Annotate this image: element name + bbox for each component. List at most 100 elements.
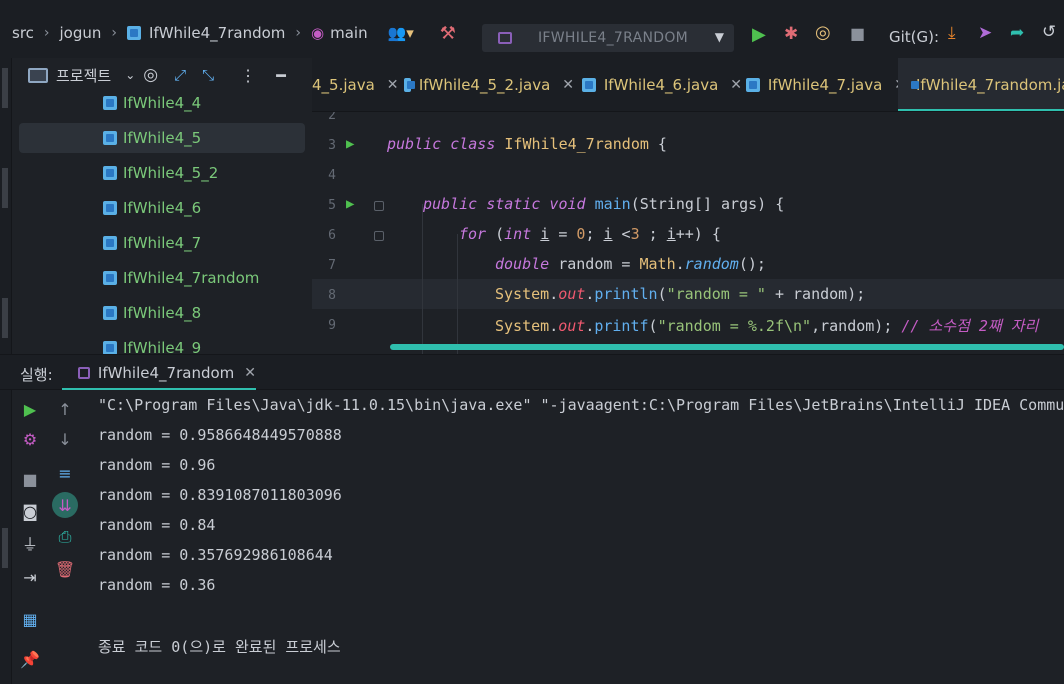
java-class-icon bbox=[103, 236, 117, 250]
java-class-icon bbox=[103, 341, 117, 354]
plug-icon[interactable]: ⏚ bbox=[19, 532, 41, 554]
breadcrumb-method[interactable]: main bbox=[330, 24, 367, 42]
project-tool-button[interactable] bbox=[2, 68, 8, 108]
print-icon[interactable]: ⎙ bbox=[54, 526, 76, 548]
run-main-icon[interactable]: ▶ bbox=[346, 196, 354, 212]
tree-item[interactable]: IfWhile4_9 bbox=[19, 333, 305, 354]
java-class-icon bbox=[103, 131, 117, 145]
editor-tabs: 4_5.java ✕ IfWhile4_5_2.java ✕ IfWhile4_6.… bbox=[312, 58, 1064, 112]
run-configuration-select[interactable]: IFWHILE4_7RANDOM ▼ bbox=[482, 24, 734, 52]
breadcrumb-jogun[interactable]: jogun bbox=[60, 24, 102, 42]
scroll-to-end-icon[interactable]: ⇊ bbox=[52, 492, 78, 518]
breadcrumb-class[interactable]: IfWhile4_7random bbox=[149, 24, 285, 42]
close-icon[interactable]: ✕ bbox=[387, 77, 399, 93]
history-icon[interactable]: ↺ bbox=[1042, 22, 1056, 42]
tab-ifwhile4-7[interactable]: IfWhile4_7.java✕ bbox=[746, 58, 906, 111]
project-tree: IfWhile4_4 IfWhile4_5 IfWhile4_5_2 IfWhi… bbox=[12, 88, 312, 354]
run-icon[interactable]: ▶ bbox=[752, 24, 766, 45]
minimize-icon[interactable]: ━ bbox=[276, 66, 286, 85]
run-toolbar-secondary: ↑ ↓ ≡ ⇊ ⎙ 🗑 bbox=[48, 390, 82, 684]
java-class-icon bbox=[103, 271, 117, 285]
breadcrumb-src[interactable]: src bbox=[12, 24, 34, 42]
fold-icon[interactable] bbox=[374, 231, 384, 241]
java-class-icon bbox=[103, 96, 117, 110]
git-update-icon[interactable]: ⤓ bbox=[948, 23, 956, 43]
tab-ifwhile4-6[interactable]: IfWhile4_6.java ✕ bbox=[582, 58, 742, 111]
chevron-down-icon[interactable]: ⌄ bbox=[125, 68, 135, 82]
locate-icon[interactable]: ◎ bbox=[143, 65, 158, 85]
indent-guide bbox=[457, 234, 458, 354]
fold-icon[interactable] bbox=[374, 201, 384, 211]
java-class-icon bbox=[582, 78, 596, 92]
soft-wrap-icon[interactable]: ≡ bbox=[54, 462, 76, 484]
code-editor[interactable]: 2 3 4 5 6 7 8 9 ▶ ▶ public class IfWhile… bbox=[312, 112, 1064, 354]
console-line: random = 0.8391087011803096 bbox=[98, 486, 342, 504]
line-number: 5 bbox=[328, 198, 336, 213]
arrow-up-icon[interactable]: ↑ bbox=[54, 398, 76, 420]
indent-guide bbox=[422, 204, 423, 354]
run-toolbar-primary: ▶ ⚙ ■ ◙ ⏚ ⇥ ▦ 📌 bbox=[12, 390, 48, 684]
run-config-icon bbox=[78, 367, 90, 379]
console-line: 종료 코드 0(으)로 완료된 프로세스 bbox=[98, 638, 341, 656]
console-output[interactable]: "C:\Program Files\Java\jdk-11.0.15\bin\j… bbox=[82, 390, 1064, 684]
settings-icon[interactable]: ⚙ bbox=[19, 428, 41, 450]
stop-icon[interactable]: ■ bbox=[19, 468, 41, 490]
tree-item[interactable]: IfWhile4_5_2 bbox=[19, 158, 305, 188]
tree-item[interactable]: IfWhile4_8 bbox=[19, 298, 305, 328]
camera-icon[interactable]: ◙ bbox=[19, 500, 41, 522]
options-icon[interactable]: ⋮ bbox=[240, 66, 256, 85]
console-line: random = 0.357692986108644 bbox=[98, 546, 333, 564]
tab-ifwhile4-5[interactable]: 4_5.java ✕ bbox=[312, 58, 399, 111]
arrow-down-icon[interactable]: ↓ bbox=[54, 428, 76, 450]
editor-horizontal-scrollbar[interactable] bbox=[390, 344, 1064, 350]
line-number: 3 bbox=[328, 138, 336, 153]
line-number: 7 bbox=[328, 258, 336, 273]
java-class-icon bbox=[103, 306, 117, 320]
run-class-icon[interactable]: ▶ bbox=[346, 136, 354, 152]
expand-icon[interactable]: ⤢ bbox=[174, 66, 186, 84]
close-icon[interactable]: ✕ bbox=[244, 365, 256, 381]
structure-tool-button[interactable] bbox=[2, 298, 8, 338]
tab-ifwhile4-5-2[interactable]: IfWhile4_5_2.java ✕ bbox=[404, 58, 574, 111]
git-commit-icon[interactable]: ➤ bbox=[978, 23, 992, 43]
console-line: random = 0.84 bbox=[98, 516, 216, 534]
debug-icon[interactable]: ✱ bbox=[784, 24, 798, 44]
java-class-icon bbox=[127, 26, 142, 40]
stop-icon[interactable]: ■ bbox=[850, 24, 865, 43]
java-class-icon bbox=[404, 78, 415, 92]
method-icon: ◉ bbox=[311, 24, 325, 42]
tab-ifwhile4-7random[interactable]: IfWhile4_7random.java bbox=[898, 58, 1064, 111]
close-icon[interactable]: ✕ bbox=[562, 77, 574, 93]
navigation-bar: src › jogun › IfWhile4_7random › ◉ main … bbox=[0, 8, 1064, 58]
rerun-icon[interactable]: ▶ bbox=[19, 398, 41, 420]
user-icon[interactable]: 👥▾ bbox=[388, 24, 414, 42]
chevron-right-icon: › bbox=[43, 25, 50, 41]
chevron-right-icon: › bbox=[295, 25, 301, 41]
build-hammer-icon[interactable]: ⚒ bbox=[440, 23, 456, 44]
pin-icon[interactable]: 📌 bbox=[19, 648, 41, 670]
trash-icon[interactable]: 🗑 bbox=[54, 558, 76, 580]
close-icon[interactable]: ✕ bbox=[730, 77, 742, 93]
tree-item[interactable]: IfWhile4_7 bbox=[19, 228, 305, 258]
layout-icon[interactable]: ▦ bbox=[19, 608, 41, 630]
code-line-3: public class IfWhile4_7random { bbox=[387, 135, 667, 153]
code-line-9: System.out.printf("random = %.2f\n",rand… bbox=[495, 317, 1039, 335]
git-push-icon[interactable]: ➦ bbox=[1010, 23, 1024, 43]
run-panel-header: 실행: IfWhile4_7random ✕ bbox=[0, 354, 1064, 391]
project-title[interactable]: 프로젝트 bbox=[56, 65, 111, 86]
tree-item[interactable]: IfWhile4_5 bbox=[19, 123, 305, 153]
tree-item[interactable]: IfWhile4_4 bbox=[19, 88, 305, 118]
tree-item[interactable]: IfWhile4_6 bbox=[19, 193, 305, 223]
run-label: 실행: bbox=[20, 366, 53, 384]
bookmarks-tool-button[interactable] bbox=[2, 528, 8, 568]
collapse-icon[interactable]: ⤡ bbox=[202, 66, 214, 84]
run-tab[interactable]: IfWhile4_7random ✕ bbox=[62, 355, 256, 391]
java-class-icon bbox=[746, 78, 760, 92]
exit-icon[interactable]: ⇥ bbox=[19, 566, 41, 588]
run-config-label: IFWHILE4_7RANDOM bbox=[538, 30, 689, 46]
line-number: 9 bbox=[328, 318, 336, 333]
project-header: 프로젝트 ⌄ ◎ ⤢ ⤡ ⋮ ━ bbox=[12, 58, 312, 92]
tree-item[interactable]: IfWhile4_7random bbox=[19, 263, 305, 293]
commit-tool-button[interactable] bbox=[2, 168, 8, 208]
coverage-icon[interactable]: ◎ bbox=[815, 22, 831, 43]
